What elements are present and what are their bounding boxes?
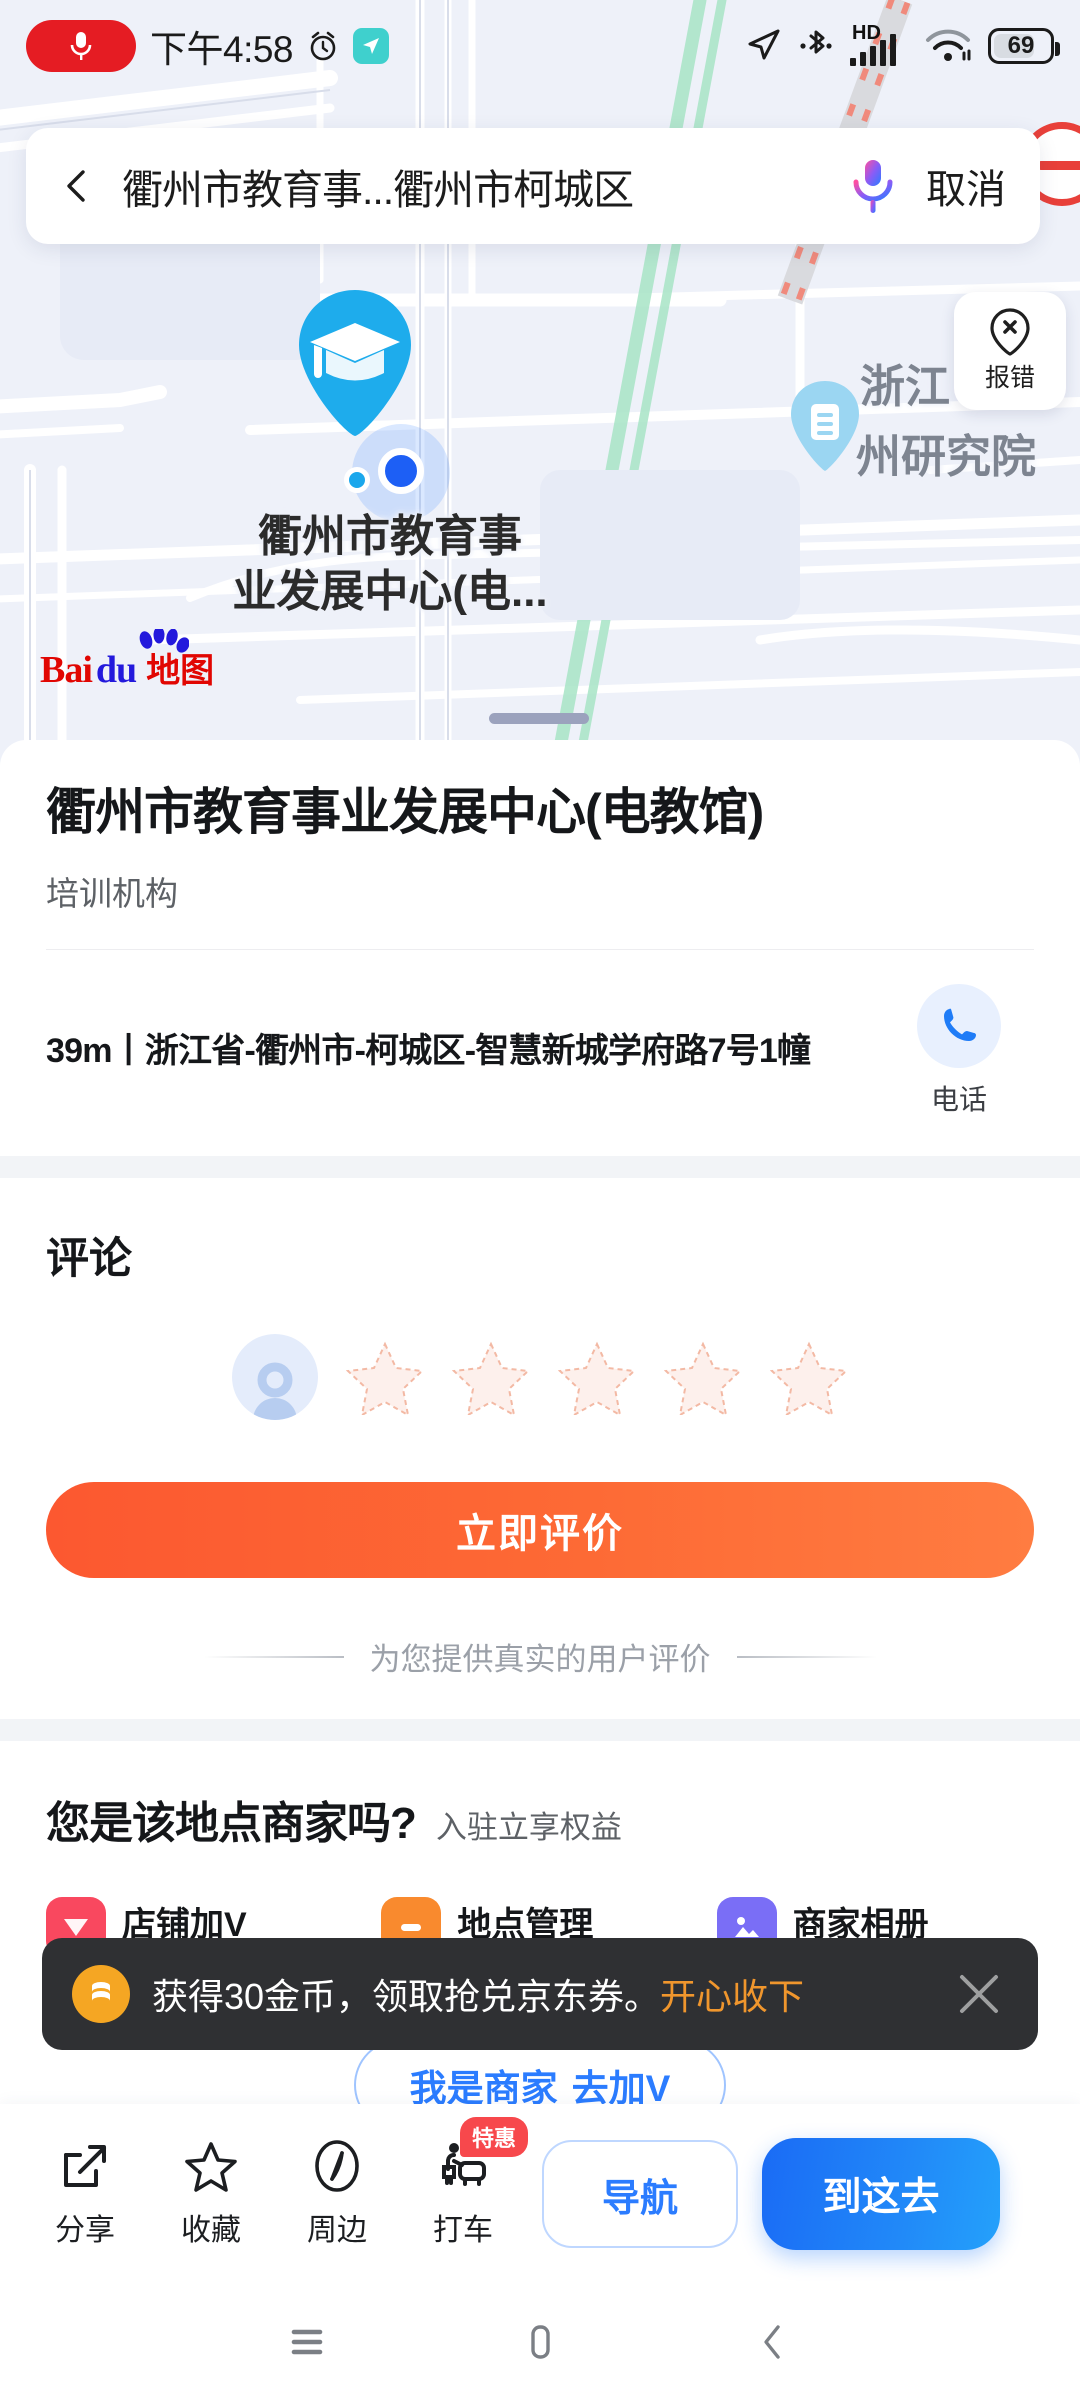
- phone-icon: [917, 984, 1001, 1068]
- app-screen: 浙江 · 衢 州研究院 衢州市教育事 业发展中心(电... Bai du 地图 …: [0, 0, 1080, 2400]
- my-location-dot: [378, 448, 424, 494]
- location-arrow-icon: [748, 29, 780, 60]
- wifi-icon: [926, 29, 971, 61]
- share-button[interactable]: 分享: [22, 2139, 148, 2249]
- map-poi-graduation-cap-icon[interactable]: [296, 288, 414, 438]
- rate-now-button[interactable]: 立即评价: [46, 1482, 1034, 1578]
- rating-star-5[interactable]: [770, 1339, 848, 1415]
- taxi-promo-badge: 特惠: [460, 2117, 529, 2157]
- place-category: 培训机构: [46, 875, 178, 912]
- nearby-label: 周边: [307, 2214, 367, 2247]
- map-poi-label-line1: 衢州市教育事: [258, 512, 522, 561]
- bottom-action-bar: 分享 收藏 周边 特惠 打车 导航 到这去: [0, 2104, 1080, 2284]
- navigation-square-icon: [353, 28, 390, 64]
- rating-row[interactable]: [46, 1334, 1034, 1420]
- map-canvas[interactable]: 浙江 · 衢 州研究院 衢州市教育事 业发展中心(电... Bai du 地图: [0, 0, 1080, 748]
- user-avatar-icon: [232, 1334, 318, 1420]
- battery-percent-label: 69: [1007, 32, 1035, 59]
- recent-apps-icon[interactable]: [284, 2319, 330, 2365]
- section-gap-2: [0, 1719, 1080, 1741]
- share-label: 分享: [55, 2214, 115, 2247]
- toast-message: 获得30金币，领取抢兑京东券。开心收下: [152, 1968, 804, 2020]
- report-error-label: 报错: [984, 364, 1035, 392]
- mic-recording-pill-icon: [26, 20, 136, 72]
- nearby-button[interactable]: 周边: [274, 2139, 400, 2249]
- rating-star-2[interactable]: [452, 1339, 530, 1415]
- phone-button[interactable]: 电话: [884, 984, 1034, 1118]
- logo-du-text: du: [95, 649, 137, 691]
- section-gap: [0, 1156, 1080, 1178]
- place-detail-sheet: 衢州市教育事业发展中心(电教馆) 培训机构 39m丨浙江省-衢州市-柯城区-智慧…: [0, 740, 1080, 2131]
- rating-star-4[interactable]: [664, 1339, 742, 1415]
- navigate-button[interactable]: 导航: [542, 2140, 738, 2248]
- cancel-button[interactable]: 取消: [926, 157, 1006, 215]
- status-bar-right: HD 69: [744, 22, 1060, 66]
- share-icon: [64, 2145, 106, 2187]
- place-header-card: 衢州市教育事业发展中心(电教馆) 培训机构 39m丨浙江省-衢州市-柯城区-智慧…: [0, 740, 1080, 1156]
- go-here-button[interactable]: 到这去: [762, 2138, 1000, 2250]
- alarm-icon: [310, 31, 336, 61]
- star-outline-icon: [185, 2142, 237, 2192]
- toast-message-text: 获得30金币，领取抢兑京东券。: [152, 1976, 661, 2017]
- map-poi-institution-icon[interactable]: [788, 380, 862, 472]
- status-bar-left: 下午4:58: [26, 19, 390, 73]
- address-row[interactable]: 39m丨浙江省-衢州市-柯城区-智慧新城学府路7号1幢 电话: [46, 950, 1034, 1156]
- search-input[interactable]: 衢州市教育事...衢州市柯城区: [122, 156, 848, 216]
- coin-icon: [72, 1965, 130, 2023]
- comments-title: 评论: [46, 1235, 132, 1283]
- baidu-paw-icon: [139, 629, 189, 653]
- signal-bars-icon: HD: [848, 22, 908, 66]
- logo-bai-text: Bai: [40, 649, 93, 691]
- bluetooth-icon: [800, 30, 832, 54]
- place-address: 39m丨浙江省-衢州市-柯城区-智慧新城学府路7号1幢: [46, 1031, 811, 1070]
- compass-icon: [315, 2140, 359, 2192]
- close-icon[interactable]: [950, 1965, 1008, 2023]
- status-bar: 下午4:58 HD 69: [0, 0, 1080, 92]
- reward-toast[interactable]: 获得30金币，领取抢兑京东券。开心收下: [42, 1938, 1038, 2050]
- map-pin-error-icon: [990, 308, 1030, 356]
- back-chevron-icon[interactable]: [60, 169, 94, 203]
- merchant-subtitle: 入驻立享权益: [435, 1810, 622, 1845]
- taxi-label: 打车: [433, 2214, 493, 2247]
- merchant-title: 您是该地点商家吗?: [46, 1799, 417, 1848]
- voice-search-icon[interactable]: [848, 156, 898, 216]
- home-icon[interactable]: [517, 2319, 563, 2365]
- baidu-map-logo: Bai du 地图: [40, 629, 214, 692]
- taxi-button[interactable]: 特惠 打车: [400, 2117, 529, 2249]
- status-bar-clock: 下午4:58: [150, 29, 294, 70]
- battery-icon: 69: [988, 28, 1060, 64]
- divider-right: [736, 1655, 877, 1658]
- map-nearby-label-line2: 州研究院: [856, 431, 1037, 482]
- rating-star-3[interactable]: [558, 1339, 636, 1415]
- back-icon[interactable]: [750, 2319, 796, 2365]
- favorite-label: 收藏: [181, 2214, 241, 2247]
- search-bar[interactable]: 衢州市教育事...衢州市柯城区 取消: [26, 128, 1040, 244]
- comments-footer: 为您提供真实的用户评价: [46, 1578, 1034, 1719]
- favorite-button[interactable]: 收藏: [148, 2139, 274, 2249]
- rating-star-1[interactable]: [346, 1339, 424, 1415]
- toast-action-link[interactable]: 开心收下: [660, 1976, 804, 2017]
- merchant-header: 您是该地点商家吗? 入驻立享权益: [46, 1787, 1034, 1851]
- map-poi-label-line2: 业发展中心(电...: [232, 566, 548, 616]
- divider-left: [203, 1655, 344, 1658]
- poi-anchor-dot: [344, 467, 370, 493]
- android-navigation-bar: [0, 2284, 1080, 2400]
- map-poi-label: 衢州市教育事 业发展中心(电...: [180, 510, 600, 619]
- phone-label: 电话: [930, 1084, 987, 1115]
- sheet-drag-handle[interactable]: [489, 713, 589, 724]
- place-name: 衢州市教育事业发展中心(电教馆): [46, 784, 764, 840]
- merchant-section: 您是该地点商家吗? 入驻立享权益 店铺加V 顾客更加信赖: [0, 1741, 1080, 2131]
- comments-footer-text: 为您提供真实的用户评价: [369, 1642, 711, 1677]
- comments-section: 评论 立即评价 为您提供真实的用户评价: [0, 1178, 1080, 1719]
- report-error-button[interactable]: 报错: [954, 292, 1066, 410]
